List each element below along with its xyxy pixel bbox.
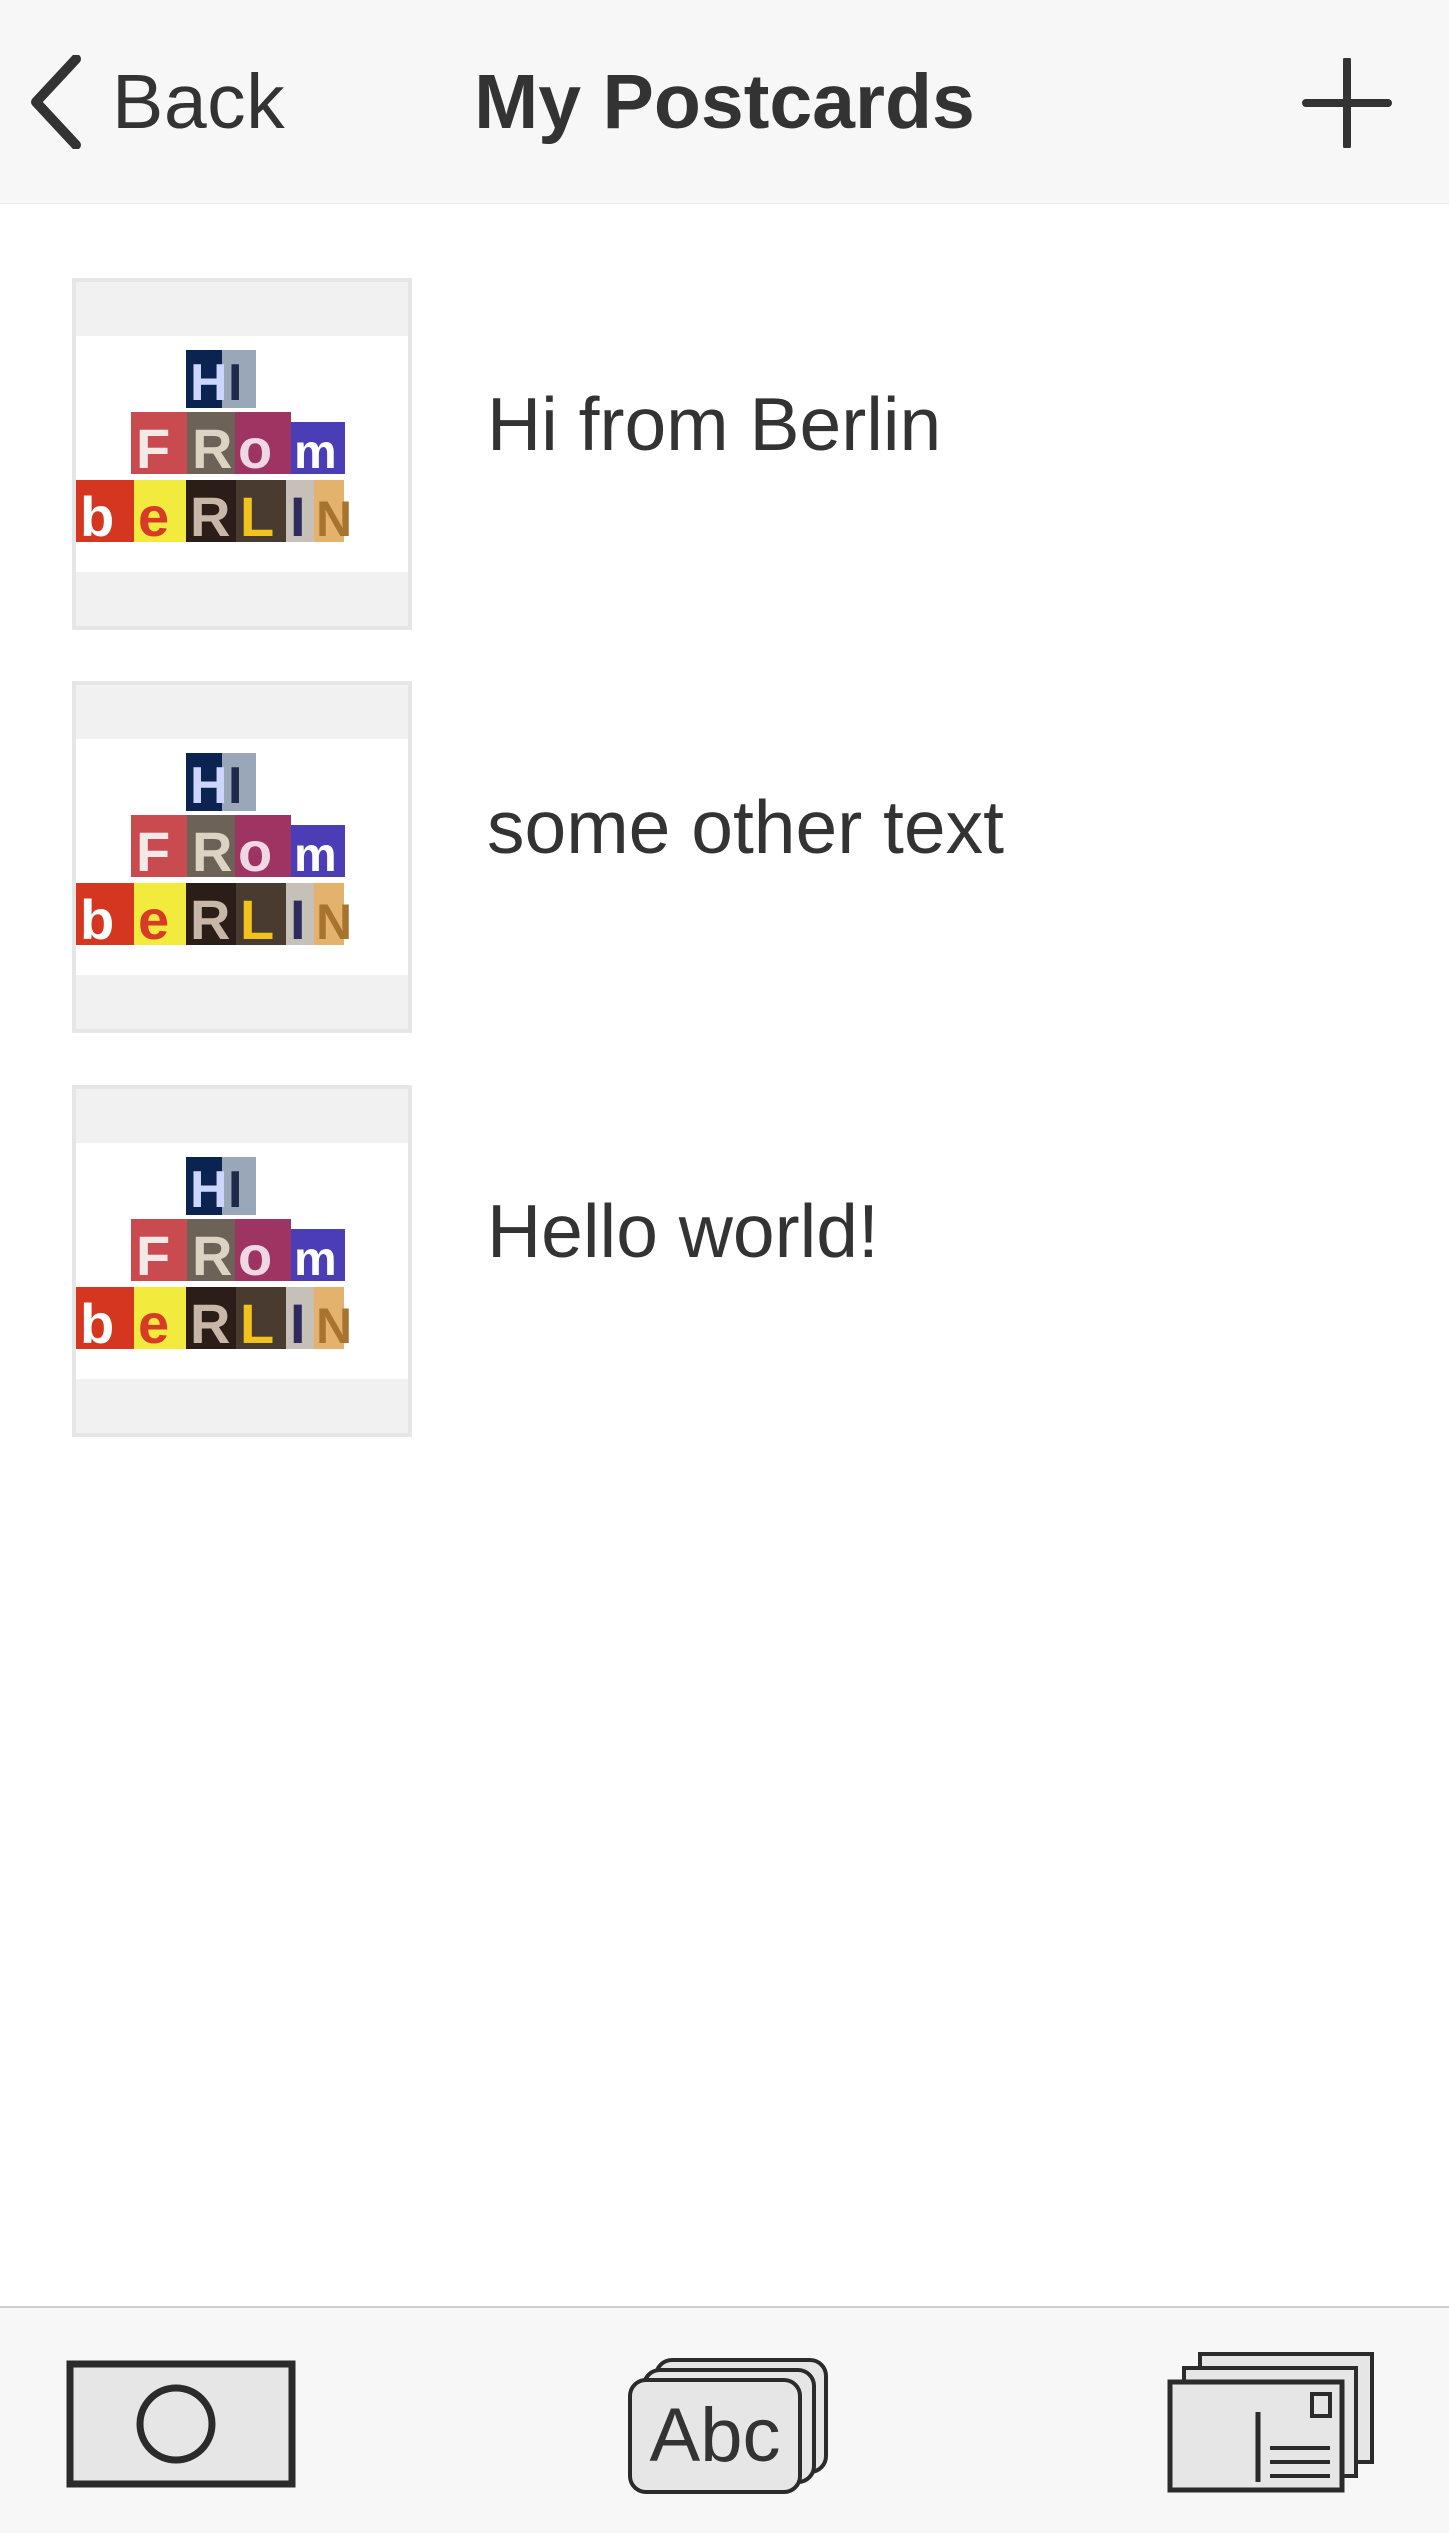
app-root: Back My Postcards H I F R o m b e R L I … [0,0,1449,2533]
svg-text:H: H [190,354,228,412]
svg-text:R: R [192,417,232,480]
svg-text:e: e [138,485,169,548]
svg-text:L: L [240,1292,274,1355]
svg-text:m: m [294,426,337,479]
postcard-thumbnail: H I F R o m b e R L I N [72,278,412,630]
svg-text:e: e [138,1292,169,1355]
svg-text:b: b [80,1292,114,1355]
svg-text:R: R [192,820,232,883]
postcard-thumbnail: H I F R o m b e R L I N [72,1085,412,1437]
svg-text:F: F [136,820,170,883]
svg-text:m: m [294,829,337,882]
svg-text:I: I [228,757,242,815]
camera-tab-button[interactable] [66,2360,296,2488]
back-button[interactable]: Back [28,52,285,152]
postcards-tab-button[interactable] [1166,2350,1376,2495]
svg-text:o: o [238,1224,272,1287]
text-tab-label: Abc [649,2393,781,2478]
postcard-row[interactable]: H I F R o m [0,203,1449,630]
svg-text:L: L [240,485,274,548]
hi-from-berlin-collage-image: H I F R o m b e R L I N [76,336,408,572]
plus-icon [1292,56,1402,152]
svg-text:H: H [190,757,228,815]
text-tab-button[interactable]: Abc [626,2356,832,2496]
svg-text:o: o [238,417,272,480]
svg-text:R: R [192,1224,232,1287]
svg-text:N: N [316,894,352,950]
hi-from-berlin-collage-image: H I F R o m b e R L I N [76,739,408,975]
svg-text:I: I [228,354,242,412]
svg-text:R: R [190,1292,230,1355]
svg-text:b: b [80,888,114,951]
svg-text:L: L [240,888,274,951]
postcard-title: Hello world! [487,1189,879,1273]
svg-text:N: N [316,1298,352,1354]
postcard-thumbnail: H I F R o m b e R L I N [72,681,412,1033]
svg-text:b: b [80,485,114,548]
svg-text:o: o [238,820,272,883]
svg-text:e: e [138,888,169,951]
camera-icon [66,2360,296,2492]
postcard-row[interactable]: H I F R o m [0,1010,1449,1437]
svg-text:I: I [228,1161,242,1219]
postcard-stack-icon [1166,2352,1376,2499]
back-label: Back [112,58,286,145]
postcard-title: Hi from Berlin [487,382,942,466]
navigation-bar: Back My Postcards [0,0,1449,204]
hi-from-berlin-collage-image: H I F R o m b e R L I N [76,1143,408,1379]
bottom-tab-bar: Abc [0,2306,1449,2533]
postcard-title: some other text [487,785,1004,869]
svg-text:N: N [316,491,352,547]
chevron-left-icon [28,55,84,149]
svg-text:F: F [136,417,170,480]
svg-text:I: I [290,1292,306,1355]
svg-text:H: H [190,1161,228,1219]
postcard-row[interactable]: H I F R o m [0,606,1449,1033]
svg-text:R: R [190,485,230,548]
svg-text:I: I [290,485,306,548]
svg-text:F: F [136,1224,170,1287]
svg-text:I: I [290,888,306,951]
add-postcard-button[interactable] [1292,56,1402,150]
svg-text:R: R [190,888,230,951]
svg-text:m: m [294,1233,337,1286]
